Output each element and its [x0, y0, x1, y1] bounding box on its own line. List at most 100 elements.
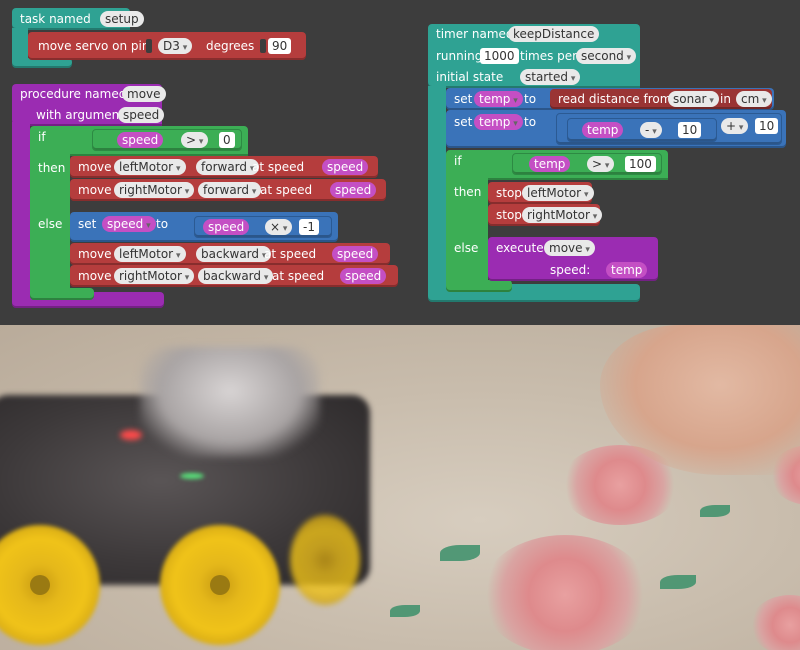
subtract-block[interactable]: temp - 10: [567, 118, 717, 142]
stop-right-block[interactable]: stop rightMotor: [488, 204, 603, 226]
condition-temp-var[interactable]: temp: [529, 156, 571, 172]
green-led: [180, 473, 204, 479]
condition-speed-var[interactable]: speed: [117, 132, 164, 148]
set-temp-read-block[interactable]: set temp to read distance from sonar in …: [446, 88, 774, 110]
execute-move-block[interactable]: execute move speed: temp: [488, 237, 658, 281]
rose-pattern: [750, 595, 800, 650]
stop-label: stop: [496, 186, 522, 200]
to-label: to: [524, 115, 537, 129]
set-var-dropdown[interactable]: speed: [102, 216, 156, 232]
timer-block-keepdistance[interactable]: timer named keepDistance running 1000 ti…: [428, 24, 640, 88]
add-block[interactable]: temp - 10 + 10: [556, 113, 782, 145]
speed-var[interactable]: speed: [330, 182, 377, 198]
move-right-forward-block[interactable]: move rightMotor forward at speed speed: [70, 179, 386, 201]
move-right-backward-block[interactable]: move rightMotor backward at speed speed: [70, 265, 398, 287]
wheel-hub: [210, 575, 230, 595]
else-label: else: [38, 217, 63, 231]
motor-dropdown[interactable]: leftMotor: [522, 185, 594, 201]
distance-unit-dropdown[interactable]: cm: [736, 91, 772, 107]
rose-pattern: [480, 535, 650, 650]
unit-dropdown[interactable]: second: [576, 48, 637, 64]
pin-dropdown[interactable]: D3: [158, 38, 193, 54]
leaf-pattern: [390, 605, 420, 617]
add-operator-dropdown[interactable]: +: [721, 118, 749, 134]
read-distance-block[interactable]: read distance from sonar in cm: [550, 89, 772, 109]
set-label: set: [454, 92, 473, 106]
set-var-dropdown[interactable]: temp: [474, 114, 523, 130]
speed-arg-label: speed:: [550, 263, 591, 277]
set-speed-block[interactable]: set speed to speed × -1: [70, 212, 338, 242]
sensor-dropdown[interactable]: sonar: [668, 91, 719, 107]
task-block-setup[interactable]: task named setup: [12, 8, 144, 30]
direction-dropdown[interactable]: backward: [198, 268, 274, 284]
motor-dropdown[interactable]: rightMotor: [522, 207, 603, 223]
wheel-hub: [30, 575, 50, 595]
condition-value-input[interactable]: 100: [625, 156, 656, 172]
procedure-name-field[interactable]: move: [122, 86, 166, 102]
blocks-workspace[interactable]: task named setup move servo on pin D3 de…: [0, 0, 800, 325]
argument-field[interactable]: speed: [118, 107, 165, 123]
move-left-backward-block[interactable]: move leftMotor backward at speed speed: [70, 243, 390, 265]
move-left-forward-block[interactable]: move leftMotor forward at speed speed: [70, 156, 378, 178]
direction-dropdown[interactable]: backward: [196, 246, 272, 262]
motor-dropdown[interactable]: rightMotor: [114, 268, 195, 284]
multiply-operator-dropdown[interactable]: ×: [265, 219, 293, 235]
set-label: set: [454, 115, 473, 129]
if-footer-timer: [446, 280, 512, 292]
then-label: then: [454, 185, 482, 199]
degrees-label: degrees: [206, 39, 255, 53]
red-led: [120, 430, 142, 440]
if-label: if: [38, 130, 46, 144]
speed-var[interactable]: speed: [322, 159, 369, 175]
rate-input[interactable]: 1000: [480, 48, 519, 64]
if-spine-timer: then else: [446, 174, 488, 290]
subtract-value-input[interactable]: 10: [678, 122, 702, 138]
at-speed-label: at speed: [272, 269, 325, 283]
speed-arg-var[interactable]: temp: [606, 262, 648, 278]
running-label: running: [436, 49, 483, 63]
set-var-dropdown[interactable]: temp: [474, 91, 523, 107]
at-speed-label: at speed: [260, 183, 313, 197]
task-name-field[interactable]: setup: [100, 11, 144, 27]
state-dropdown[interactable]: started: [520, 69, 581, 85]
multiply-lhs-var[interactable]: speed: [203, 219, 250, 235]
multiply-value-input[interactable]: -1: [299, 219, 319, 235]
at-speed-label: at speed: [264, 247, 317, 261]
motor-dropdown[interactable]: rightMotor: [114, 182, 195, 198]
subtract-operator-dropdown[interactable]: -: [640, 122, 662, 138]
condition-compare-block[interactable]: speed > 0: [92, 129, 242, 151]
execute-label: execute: [496, 241, 544, 255]
add-value-input[interactable]: 10: [755, 118, 779, 134]
times-per-label: times per: [520, 49, 578, 63]
condition-operator-dropdown[interactable]: >: [587, 156, 615, 172]
stop-left-block[interactable]: stop leftMotor: [488, 182, 594, 204]
direction-dropdown[interactable]: forward: [198, 182, 262, 198]
leaf-pattern: [660, 575, 696, 589]
servo-block[interactable]: move servo on pin D3 degrees 90: [28, 32, 306, 60]
robot-car-photo: [0, 325, 800, 650]
procedure-header-label: procedure named: [20, 87, 127, 101]
set-temp-math-block[interactable]: set temp to temp - 10 + 10: [446, 110, 786, 148]
motor-dropdown[interactable]: leftMotor: [114, 246, 186, 262]
servo-label: move servo on pin: [38, 39, 150, 53]
degrees-input[interactable]: 90: [268, 38, 292, 54]
else-label: else: [454, 241, 479, 255]
timer-header-label: timer named: [436, 27, 514, 41]
subtract-lhs-var[interactable]: temp: [582, 122, 624, 138]
condition-operator-dropdown[interactable]: >: [181, 132, 209, 148]
procedure-dropdown[interactable]: move: [544, 240, 595, 256]
direction-dropdown[interactable]: forward: [196, 159, 260, 175]
multiply-block[interactable]: speed × -1: [194, 216, 332, 238]
procedure-body-spine: [12, 122, 30, 302]
read-distance-label: read distance from: [558, 92, 672, 106]
procedure-block-move[interactable]: procedure named move with argument speed: [12, 84, 166, 126]
condition-value-input[interactable]: 0: [219, 132, 235, 148]
condition-compare-block[interactable]: temp > 100: [512, 153, 662, 175]
motor-dropdown[interactable]: leftMotor: [114, 159, 186, 175]
if-label: if: [454, 154, 462, 168]
task-header-label: task named: [20, 12, 91, 26]
to-label: to: [156, 217, 169, 231]
timer-name-field[interactable]: keepDistance: [508, 26, 600, 42]
speed-var[interactable]: speed: [340, 268, 387, 284]
speed-var[interactable]: speed: [332, 246, 379, 262]
